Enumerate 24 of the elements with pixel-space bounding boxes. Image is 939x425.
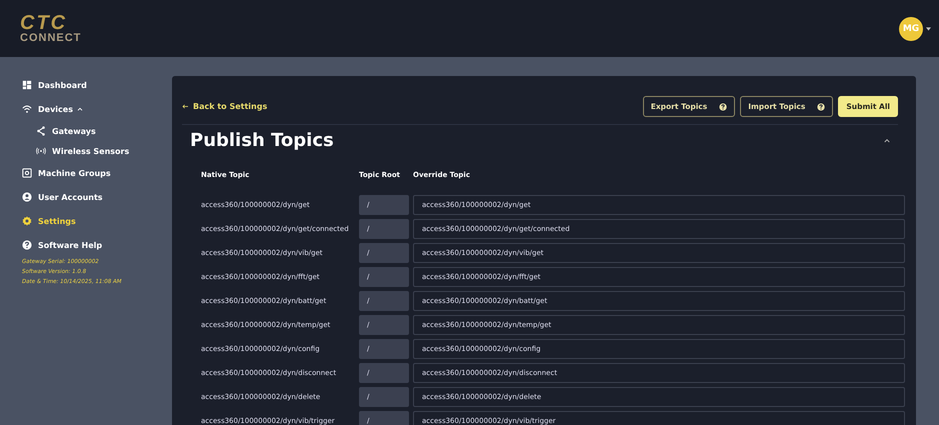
help-icon [817, 102, 826, 110]
wifi-icon [22, 104, 32, 114]
nav-item[interactable]: Dashboard [22, 73, 160, 97]
nav-item[interactable]: User Accounts [22, 185, 160, 209]
settings-icon [22, 216, 32, 226]
help-icon [719, 102, 728, 110]
nav-item[interactable]: Software Help [22, 233, 160, 257]
nav-item[interactable]: Gateways [22, 121, 160, 141]
back-arrow-icon [182, 104, 189, 109]
nav-item[interactable]: Devices [22, 97, 160, 121]
share-icon [36, 126, 46, 136]
logo: CTC CONNECT [20, 13, 82, 44]
dashboard-icon [22, 80, 32, 90]
help-icon [22, 240, 32, 250]
nav-item[interactable]: Machine Groups [22, 161, 160, 185]
machine-icon [22, 168, 32, 178]
section-title: Publish Topics [190, 130, 334, 151]
collapse-icon[interactable] [884, 138, 890, 143]
nav-item[interactable]: Wireless Sensors [22, 141, 160, 161]
signal-icon [36, 146, 46, 156]
back-link[interactable]: Back to Settings [182, 102, 268, 111]
caret-icon[interactable] [926, 26, 931, 30]
nav-item[interactable]: Settings [22, 209, 160, 233]
user-icon [22, 192, 32, 202]
